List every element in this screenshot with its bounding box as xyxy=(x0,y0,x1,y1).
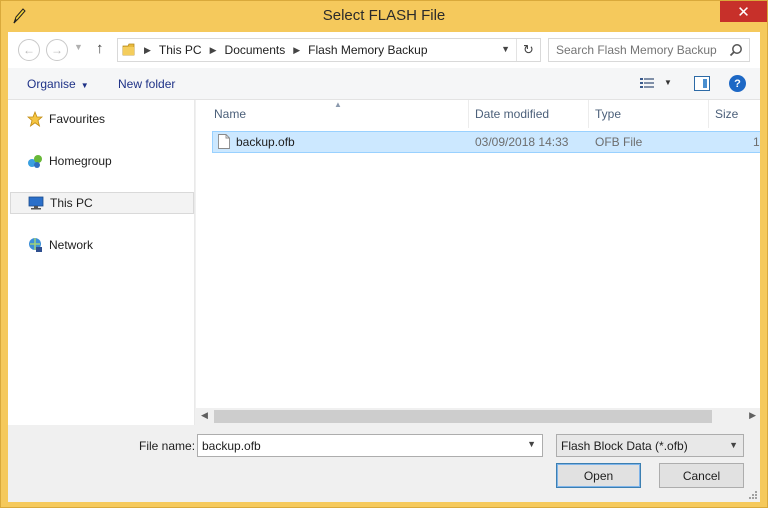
nav-item-network[interactable]: Network xyxy=(10,234,194,256)
homegroup-icon xyxy=(28,155,42,168)
address-history-dropdown[interactable]: ▼ xyxy=(501,44,510,54)
file-name-label: File name: xyxy=(139,439,196,453)
file-list: Name ▲ Date modified Type Size backup.of… xyxy=(196,100,760,425)
view-options-dropdown[interactable]: ▼ xyxy=(664,78,672,87)
cancel-button[interactable]: Cancel xyxy=(659,463,744,488)
nav-item-label: Network xyxy=(49,238,94,252)
back-icon: ← xyxy=(23,43,35,57)
search-icon xyxy=(729,44,742,57)
organise-menu[interactable]: Organise ▼ xyxy=(27,77,89,91)
breadcrumb-documents[interactable]: Documents xyxy=(225,43,286,57)
column-header-date-modified[interactable]: Date modified xyxy=(469,100,589,128)
scroll-right-icon[interactable]: ▶ xyxy=(749,410,756,421)
chevron-down-icon: ▼ xyxy=(729,440,738,450)
chevron-down-icon[interactable]: ▼ xyxy=(527,439,536,449)
computer-icon xyxy=(28,196,44,210)
dialog-client: ← → ▼ ↑ ▶ This PC ▶ Documents ▶ Flash Me… xyxy=(8,32,760,502)
refresh-icon: ↻ xyxy=(523,42,534,57)
nav-item-this-pc[interactable]: This PC xyxy=(10,192,194,214)
file-name-combo[interactable]: ▼ xyxy=(197,434,543,457)
refresh-button[interactable]: ↻ xyxy=(516,39,540,61)
recent-locations-dropdown[interactable]: ▼ xyxy=(74,42,83,52)
open-button[interactable]: Open xyxy=(556,463,641,488)
nav-item-label: Favourites xyxy=(49,112,106,126)
resize-grip-icon[interactable] xyxy=(748,490,758,500)
file-icon xyxy=(218,134,230,149)
breadcrumb: ▶ This PC ▶ Documents ▶ Flash Memory Bac… xyxy=(144,43,428,57)
column-header-type[interactable]: Type xyxy=(589,100,709,128)
dialog-window: Select FLASH File ✕ ← → ▼ ↑ ▶ This PC ▶ … xyxy=(0,0,768,508)
command-bar: Organise ▼ New folder ▼ ? xyxy=(8,68,760,100)
file-type: OFB File xyxy=(595,135,643,149)
file-name-input[interactable] xyxy=(198,435,518,456)
help-button[interactable]: ? xyxy=(729,75,746,92)
sort-ascending-icon: ▲ xyxy=(334,100,342,109)
file-size: 1 xyxy=(753,135,760,149)
file-name: backup.ofb xyxy=(236,135,295,149)
table-row[interactable]: backup.ofb 03/09/2018 14:33 OFB File 1 xyxy=(212,131,760,153)
view-details-icon[interactable] xyxy=(640,77,654,89)
file-type-filter[interactable]: Flash Block Data (*.ofb) ▼ xyxy=(556,434,744,457)
up-arrow-icon: ↑ xyxy=(96,40,104,57)
scroll-left-icon[interactable]: ◀ xyxy=(201,410,208,421)
title-bar[interactable]: Select FLASH File ✕ xyxy=(1,1,767,32)
nav-item-homegroup[interactable]: Homegroup xyxy=(10,150,194,172)
network-icon xyxy=(29,238,42,252)
star-icon xyxy=(27,111,43,127)
breadcrumb-flash-memory-backup[interactable]: Flash Memory Backup xyxy=(308,43,427,57)
file-date-modified: 03/09/2018 14:33 xyxy=(475,135,569,149)
navigation-pane: Favourites Homegroup This PC Network xyxy=(8,100,195,425)
nav-item-favourites[interactable]: Favourites xyxy=(10,108,194,130)
close-button[interactable]: ✕ xyxy=(720,1,767,22)
nav-item-label: Homegroup xyxy=(49,154,112,168)
nav-item-label: This PC xyxy=(50,196,93,210)
address-row: ← → ▼ ↑ ▶ This PC ▶ Documents ▶ Flash Me… xyxy=(8,32,760,68)
column-header-size[interactable]: Size xyxy=(709,100,760,128)
scrollbar-thumb[interactable] xyxy=(214,410,712,423)
address-bar[interactable]: ▶ This PC ▶ Documents ▶ Flash Memory Bac… xyxy=(117,38,541,62)
horizontal-scrollbar[interactable]: ◀ ▶ xyxy=(196,408,760,425)
folder-icon xyxy=(122,43,135,56)
forward-icon: → xyxy=(51,43,63,57)
forward-button[interactable]: → xyxy=(46,39,68,61)
new-folder-button[interactable]: New folder xyxy=(118,77,175,91)
preview-pane-button[interactable] xyxy=(694,76,710,91)
up-button[interactable]: ↑ xyxy=(96,40,104,57)
back-button[interactable]: ← xyxy=(18,39,40,61)
window-title: Select FLASH File xyxy=(322,7,446,24)
search-box[interactable] xyxy=(548,38,750,62)
chevron-down-icon: ▼ xyxy=(80,81,89,90)
breadcrumb-this-pc[interactable]: This PC xyxy=(159,43,202,57)
search-input[interactable] xyxy=(549,39,719,61)
